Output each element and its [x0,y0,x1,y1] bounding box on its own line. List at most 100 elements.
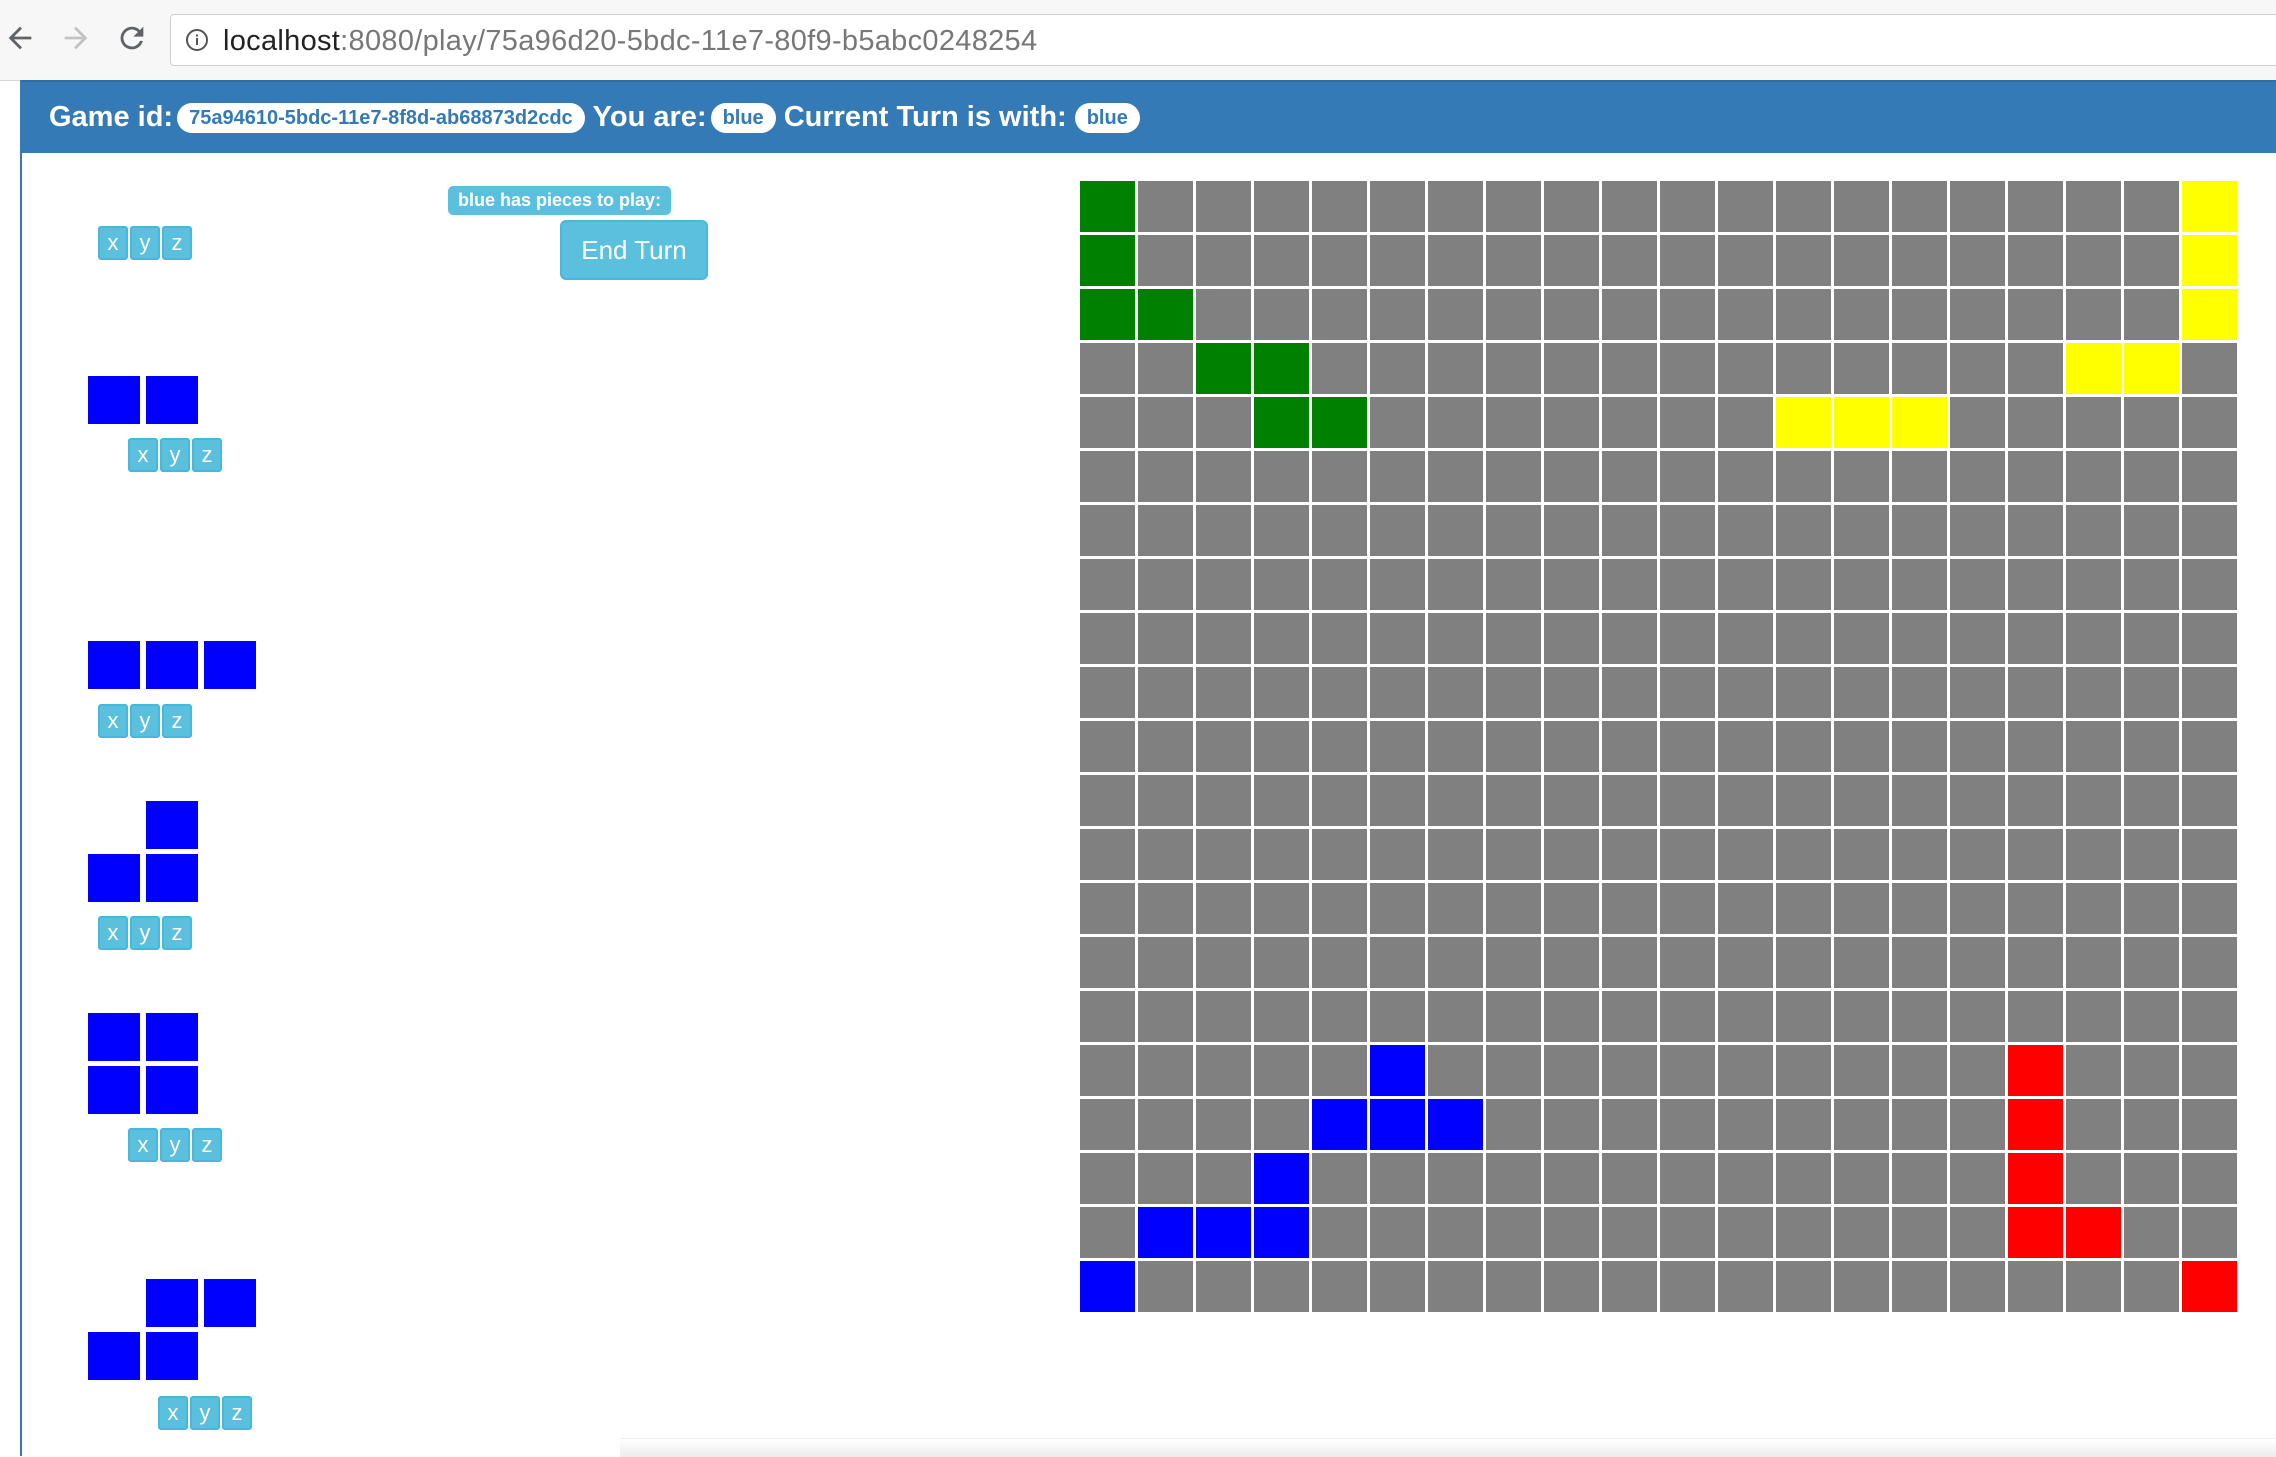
board-cell[interactable] [1486,559,1541,610]
board-cell[interactable] [1544,1153,1599,1204]
board-cell[interactable] [1254,1099,1309,1150]
board-cell[interactable] [1544,559,1599,610]
board-cell[interactable] [1254,883,1309,934]
rotate-z-button[interactable]: z [162,916,192,950]
board-cell[interactable] [2124,1045,2179,1096]
board-cell[interactable] [1138,991,1193,1042]
board-cell[interactable] [1950,829,2005,880]
board-cell[interactable] [1602,667,1657,718]
board-cell[interactable] [1602,235,1657,286]
board-cell[interactable] [1486,991,1541,1042]
board-cell-occupied[interactable] [2066,1207,2121,1258]
board-cell[interactable] [2066,991,2121,1042]
board-cell[interactable] [2008,451,2063,502]
board-cell[interactable] [2124,397,2179,448]
board-cell[interactable] [1370,667,1425,718]
board-cell[interactable] [1660,397,1715,448]
rotate-y-button[interactable]: y [190,1396,220,1430]
board-cell[interactable] [1718,775,1773,826]
board-cell[interactable] [1892,289,1947,340]
board-cell[interactable] [1834,1153,1889,1204]
board-cell[interactable] [1486,937,1541,988]
board-cell[interactable] [1370,1153,1425,1204]
board-cell[interactable] [1312,505,1367,556]
board-cell[interactable] [1660,667,1715,718]
rotate-z-button[interactable]: z [162,704,192,738]
board-cell-occupied[interactable] [1196,1207,1251,1258]
board-cell[interactable] [1660,559,1715,610]
board-cell[interactable] [1660,883,1715,934]
board-cell[interactable] [1080,721,1135,772]
board-cell[interactable] [1254,1261,1309,1312]
board-cell[interactable] [1950,559,2005,610]
board-cell[interactable] [2008,397,2063,448]
board-cell[interactable] [2124,235,2179,286]
board-cell-occupied[interactable] [1080,1261,1135,1312]
board-cell[interactable] [1138,937,1193,988]
board-cell[interactable] [2124,505,2179,556]
board-cell[interactable] [1718,235,1773,286]
board-cell[interactable] [1834,1261,1889,1312]
board-cell[interactable] [2066,235,2121,286]
board-cell[interactable] [1138,559,1193,610]
board-cell[interactable] [1544,181,1599,232]
board-cell[interactable] [2124,1153,2179,1204]
board-cell[interactable] [1892,829,1947,880]
board-cell[interactable] [1486,235,1541,286]
board-cell[interactable] [1080,343,1135,394]
board-cell[interactable] [2124,829,2179,880]
board-cell[interactable] [1892,613,1947,664]
board-cell[interactable] [1718,181,1773,232]
board-cell[interactable] [1892,883,1947,934]
board-cell[interactable] [1660,1045,1715,1096]
board-cell[interactable] [1544,613,1599,664]
board-cell-occupied[interactable] [1254,1207,1309,1258]
address-bar[interactable]: localhost:8080/play/75a96d20-5bdc-11e7-8… [170,14,2276,66]
board-cell[interactable] [1834,613,1889,664]
board-cell[interactable] [1312,937,1367,988]
board-cell[interactable] [1834,937,1889,988]
board-cell[interactable] [1370,505,1425,556]
board-cell[interactable] [1428,1261,1483,1312]
board-cell[interactable] [2182,667,2237,718]
board-cell[interactable] [1892,775,1947,826]
board-cell[interactable] [1718,559,1773,610]
board-cell[interactable] [2008,181,2063,232]
board-cell[interactable] [2182,775,2237,826]
board-cell[interactable] [2066,1099,2121,1150]
board-cell[interactable] [1776,1207,1831,1258]
board-cell[interactable] [2124,937,2179,988]
board-cell[interactable] [1834,667,1889,718]
board-cell[interactable] [1950,1099,2005,1150]
board-cell[interactable] [1776,1153,1831,1204]
board-cell[interactable] [1892,937,1947,988]
board-cell[interactable] [1486,1207,1541,1258]
rotate-x-button[interactable]: x [128,1128,158,1162]
board-cell[interactable] [1254,289,1309,340]
board-cell[interactable] [2124,559,2179,610]
board-cell[interactable] [1718,1099,1773,1150]
piece-cell[interactable] [88,376,140,424]
board-cell[interactable] [1370,451,1425,502]
board-cell[interactable] [1950,235,2005,286]
board-cell[interactable] [1544,397,1599,448]
board-cell[interactable] [1196,721,1251,772]
board-cell[interactable] [1660,829,1715,880]
board-cell[interactable] [1312,343,1367,394]
board-cell[interactable] [1892,1099,1947,1150]
board-cell-occupied[interactable] [1370,1099,1425,1150]
board-cell[interactable] [2008,721,2063,772]
board-cell[interactable] [1486,1153,1541,1204]
board-cell[interactable] [1776,289,1831,340]
board-cell[interactable] [1660,721,1715,772]
board-cell[interactable] [1602,505,1657,556]
board-cell[interactable] [1718,1045,1773,1096]
board-cell[interactable] [2008,1261,2063,1312]
board-cell[interactable] [1486,1099,1541,1150]
board-cell[interactable] [2066,1261,2121,1312]
board-cell[interactable] [1950,775,2005,826]
board-cell[interactable] [1544,1099,1599,1150]
board-cell[interactable] [1660,613,1715,664]
board-cell[interactable] [2008,937,2063,988]
board-cell[interactable] [1660,1099,1715,1150]
